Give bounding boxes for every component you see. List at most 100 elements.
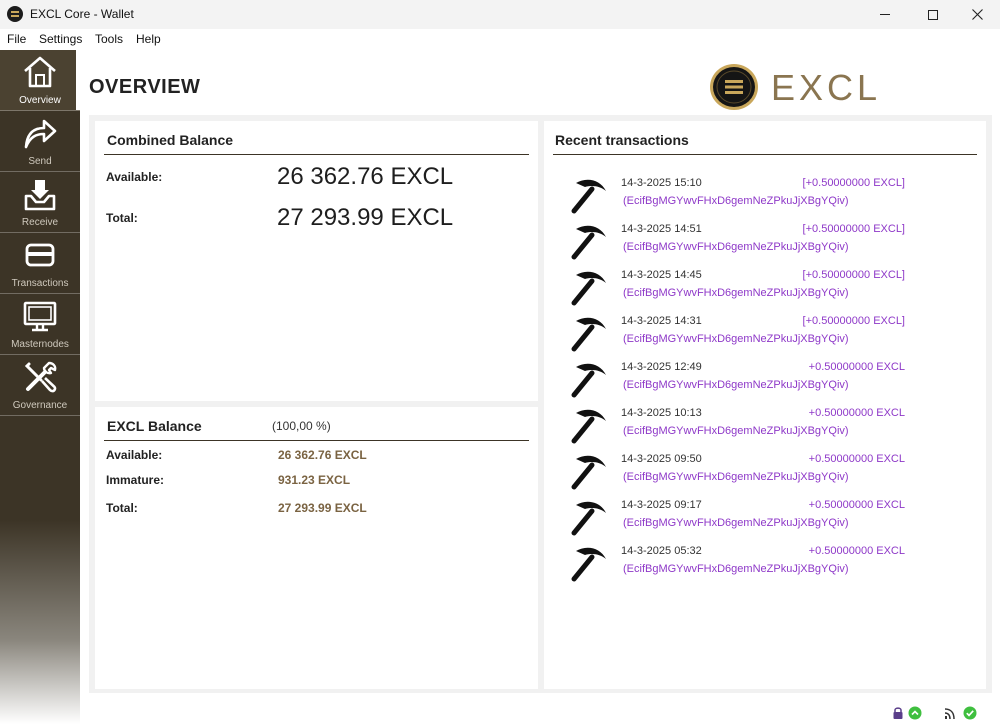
transaction-address: (EcifBgMGYwvFHxD6gemNeZPkuJjXBgYQiv) xyxy=(623,333,849,345)
network-icon xyxy=(944,708,955,720)
close-icon xyxy=(971,9,983,20)
sidebar-item-label: Governance xyxy=(12,400,68,411)
transaction-row[interactable]: 14-3-2025 10:13 +0.50000000 EXCL (EcifBgMG… xyxy=(570,405,910,451)
maximize-button[interactable] xyxy=(910,0,956,29)
transaction-row[interactable]: 14-3-2025 15:10 [+0.50000000 EXCL] (EcifBg… xyxy=(570,175,910,221)
transaction-date: 14-3-2025 10:13 xyxy=(621,407,702,419)
transaction-row[interactable]: 14-3-2025 14:31 [+0.50000000 EXCL] (EcifBg… xyxy=(570,313,910,359)
menu-bar: File Settings Tools Help xyxy=(0,29,1000,50)
combined-available-label: Available: xyxy=(106,170,163,184)
minimize-button[interactable] xyxy=(862,0,908,29)
menu-help[interactable]: Help xyxy=(136,32,161,46)
excl-total-label: Total: xyxy=(106,501,138,515)
tools-icon xyxy=(24,361,57,393)
transaction-date: 14-3-2025 09:50 xyxy=(621,453,702,465)
sidebar-item-label: Overview xyxy=(19,95,61,106)
sidebar-item-receive[interactable]: Receive xyxy=(0,172,80,233)
window-title: EXCL Core - Wallet xyxy=(30,7,134,21)
home-icon xyxy=(24,56,56,88)
synced-check-icon xyxy=(963,706,977,720)
transaction-date: 14-3-2025 14:31 xyxy=(621,315,702,327)
transaction-amount: +0.50000000 EXCL xyxy=(808,453,905,465)
sidebar: Overview Send Receive Transactions Maste… xyxy=(0,50,80,724)
transaction-address: (EcifBgMGYwvFHxD6gemNeZPkuJjXBgYQiv) xyxy=(623,195,849,207)
transaction-amount: [+0.50000000 EXCL] xyxy=(802,315,905,327)
transaction-amount: [+0.50000000 EXCL] xyxy=(802,269,905,281)
excl-balance-percent: (100,00 %) xyxy=(272,419,331,433)
pickaxe-icon xyxy=(571,455,606,490)
transaction-date: 14-3-2025 15:10 xyxy=(621,177,702,189)
excl-total-value: 27 293.99 EXCL xyxy=(278,501,367,515)
excl-coin-logo-icon xyxy=(710,64,758,110)
close-button[interactable] xyxy=(954,0,1000,29)
send-arrow-icon xyxy=(24,119,57,149)
transaction-date: 14-3-2025 14:51 xyxy=(621,223,702,235)
combined-total-value: 27 293.99 EXCL xyxy=(277,204,454,231)
sidebar-item-governance[interactable]: Governance xyxy=(0,355,80,416)
page-title: OVERVIEW xyxy=(89,76,201,98)
combined-total-label: Total: xyxy=(106,211,138,225)
transaction-amount: [+0.50000000 EXCL] xyxy=(802,223,905,235)
sidebar-item-send[interactable]: Send xyxy=(0,111,80,172)
recent-transactions-title: Recent transactions xyxy=(555,132,689,148)
staking-icon xyxy=(908,706,922,720)
excl-available-label: Available: xyxy=(106,448,163,462)
transaction-row[interactable]: 14-3-2025 05:32 +0.50000000 EXCL (EcifBgMG… xyxy=(570,543,910,589)
pickaxe-icon xyxy=(571,317,606,352)
pickaxe-icon xyxy=(571,501,606,536)
menu-file[interactable]: File xyxy=(7,32,26,46)
title-bar: EXCL Core - Wallet xyxy=(0,0,1000,29)
monitor-icon xyxy=(23,301,57,332)
app-logo-icon xyxy=(7,6,23,22)
transaction-date: 14-3-2025 12:49 xyxy=(621,361,702,373)
sidebar-item-overview[interactable]: Overview xyxy=(0,50,80,111)
sidebar-item-label: Transactions xyxy=(11,278,69,289)
transaction-row[interactable]: 14-3-2025 12:49 +0.50000000 EXCL (EcifBgMG… xyxy=(570,359,910,405)
divider xyxy=(553,154,977,155)
transaction-address: (EcifBgMGYwvFHxD6gemNeZPkuJjXBgYQiv) xyxy=(623,563,849,575)
transaction-address: (EcifBgMGYwvFHxD6gemNeZPkuJjXBgYQiv) xyxy=(623,241,849,253)
sidebar-item-label: Receive xyxy=(21,217,59,228)
lock-icon xyxy=(893,707,903,719)
excl-immature-value: 931.23 EXCL xyxy=(278,473,351,487)
divider xyxy=(104,154,529,155)
logo-wordmark: EXCL xyxy=(771,67,882,108)
status-bar xyxy=(0,698,1000,724)
pickaxe-icon xyxy=(571,363,606,398)
transaction-row[interactable]: 14-3-2025 14:51 [+0.50000000 EXCL] (EcifBg… xyxy=(570,221,910,267)
sidebar-item-masternodes[interactable]: Masternodes xyxy=(0,294,80,355)
pickaxe-icon xyxy=(571,225,606,260)
transaction-date: 14-3-2025 14:45 xyxy=(621,269,702,281)
excl-balance-title: EXCL Balance xyxy=(107,418,202,434)
pickaxe-icon xyxy=(571,547,606,582)
menu-tools[interactable]: Tools xyxy=(95,32,123,46)
maximize-icon xyxy=(928,9,938,20)
transaction-row[interactable]: 14-3-2025 09:17 +0.50000000 EXCL (EcifBgMG… xyxy=(570,497,910,543)
transaction-address: (EcifBgMGYwvFHxD6gemNeZPkuJjXBgYQiv) xyxy=(623,517,849,529)
excl-available-value: 26 362.76 EXCL xyxy=(278,448,367,462)
combined-balance-title: Combined Balance xyxy=(107,132,234,148)
sidebar-item-label: Masternodes xyxy=(11,339,69,350)
transaction-address: (EcifBgMGYwvFHxD6gemNeZPkuJjXBgYQiv) xyxy=(623,425,849,437)
transaction-amount: [+0.50000000 EXCL] xyxy=(802,177,905,189)
transaction-amount: +0.50000000 EXCL xyxy=(808,499,905,511)
transaction-amount: +0.50000000 EXCL xyxy=(808,545,905,557)
card-icon xyxy=(25,243,55,267)
transaction-address: (EcifBgMGYwvFHxD6gemNeZPkuJjXBgYQiv) xyxy=(623,471,849,483)
pickaxe-icon xyxy=(571,179,606,214)
sidebar-item-transactions[interactable]: Transactions xyxy=(0,233,80,294)
transaction-date: 14-3-2025 05:32 xyxy=(621,545,702,557)
divider xyxy=(104,440,529,441)
minimize-icon xyxy=(880,14,890,15)
transaction-row[interactable]: 14-3-2025 09:50 +0.50000000 EXCL (EcifBgMG… xyxy=(570,451,910,497)
transaction-address: (EcifBgMGYwvFHxD6gemNeZPkuJjXBgYQiv) xyxy=(623,379,849,391)
pickaxe-icon xyxy=(571,409,606,444)
transaction-date: 14-3-2025 09:17 xyxy=(621,499,702,511)
menu-settings[interactable]: Settings xyxy=(39,32,82,46)
receive-tray-icon xyxy=(24,180,56,211)
pickaxe-icon xyxy=(571,271,606,306)
sidebar-item-label: Send xyxy=(28,156,52,167)
transaction-amount: +0.50000000 EXCL xyxy=(808,407,905,419)
transaction-amount: +0.50000000 EXCL xyxy=(808,361,905,373)
transaction-row[interactable]: 14-3-2025 14:45 [+0.50000000 EXCL] (EcifBg… xyxy=(570,267,910,313)
